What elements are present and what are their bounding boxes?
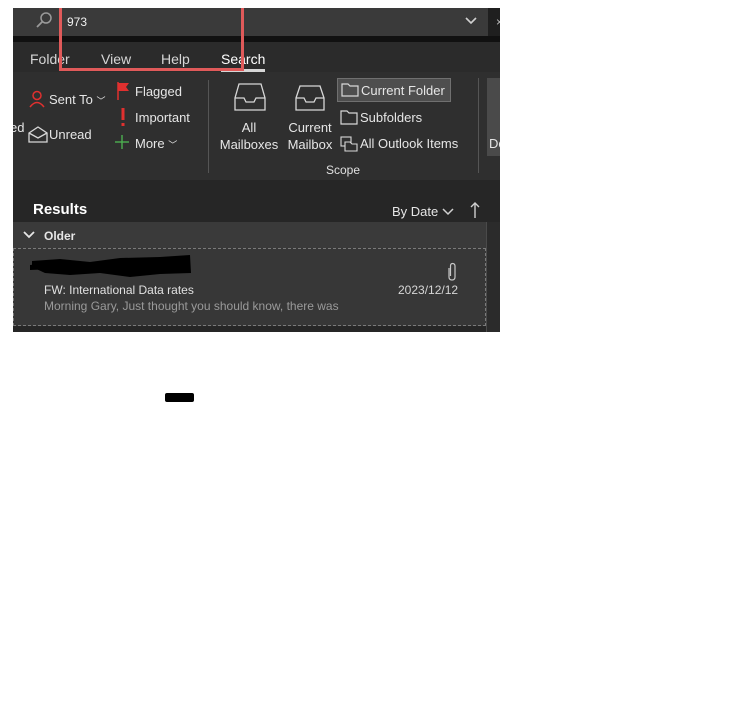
group-label: Older: [44, 229, 76, 243]
cut-off-right-label: De: [489, 136, 500, 151]
mail-preview: Morning Gary, Just thought you should kn…: [44, 299, 339, 313]
search-icon: [36, 12, 52, 28]
inbox-tray-icon: [295, 85, 325, 111]
chevron-down-icon: [23, 231, 35, 239]
sort-by-button[interactable]: By Date: [392, 204, 438, 219]
current-mailbox-label-2: Mailbox: [287, 137, 333, 152]
mail-subject: FW: International Data rates: [44, 283, 194, 297]
flag-icon: [117, 82, 129, 100]
current-mailbox-label-1: Current: [288, 120, 332, 135]
folder-icon: [340, 110, 358, 125]
exclamation-icon: [121, 108, 125, 126]
all-mailboxes-button[interactable]: All Mailboxes: [217, 82, 281, 154]
unread-button[interactable]: Unread: [49, 127, 92, 142]
subfolders-button[interactable]: Subfolders: [360, 110, 422, 125]
chevron-down-icon: ﹀: [168, 140, 178, 150]
results-heading: Results: [33, 201, 88, 218]
sent-to-button[interactable]: Sent To ﹀: [49, 92, 106, 107]
folder-icon: [341, 83, 359, 97]
cut-off-label: ed: [13, 120, 25, 135]
arrow-up-icon[interactable]: [468, 201, 482, 219]
inbox-tray-icon: [234, 83, 266, 111]
highlight-box: [59, 8, 244, 71]
more-label: More: [135, 136, 165, 151]
calendar-folder-icon: [340, 136, 358, 152]
sent-to-label: Sent To: [49, 92, 93, 107]
redaction-mark: [165, 393, 194, 402]
close-search-button[interactable]: ×: [488, 8, 500, 36]
group-header-older[interactable]: Older: [13, 222, 486, 248]
mail-date: 2023/12/12: [398, 283, 459, 297]
ribbon-bottom-gap: [13, 180, 500, 190]
envelope-open-icon: [28, 126, 48, 143]
current-mailbox-button[interactable]: Current Mailbox: [283, 82, 337, 154]
flagged-button[interactable]: Flagged: [135, 84, 182, 99]
person-icon: [29, 90, 45, 108]
plus-icon: [115, 135, 129, 149]
current-folder-button[interactable]: Current Folder: [337, 78, 451, 102]
delete-search-button[interactable]: De: [487, 78, 500, 156]
paperclip-icon: [448, 262, 456, 281]
chevron-down-icon[interactable]: [464, 14, 478, 28]
ribbon-divider: [208, 80, 209, 173]
list-item[interactable]: FW: International Data rates Morning Gar…: [13, 248, 486, 326]
outlook-window: 973 × Folder View Help Search ed Sent To…: [13, 8, 500, 332]
redaction-mark: [30, 255, 191, 277]
all-outlook-items-button[interactable]: All Outlook Items: [360, 136, 458, 151]
chevron-down-icon: ﹀: [96, 96, 106, 106]
scope-group-label: Scope: [326, 163, 361, 177]
chevron-down-icon[interactable]: [441, 205, 455, 219]
reading-pane-edge: [486, 222, 500, 332]
all-mailboxes-label-1: All: [241, 120, 257, 135]
important-button[interactable]: Important: [135, 110, 190, 125]
ribbon-divider: [478, 78, 479, 173]
all-mailboxes-label-2: Mailboxes: [219, 137, 279, 152]
more-button[interactable]: More ﹀: [135, 136, 177, 151]
current-folder-label: Current Folder: [361, 83, 445, 98]
